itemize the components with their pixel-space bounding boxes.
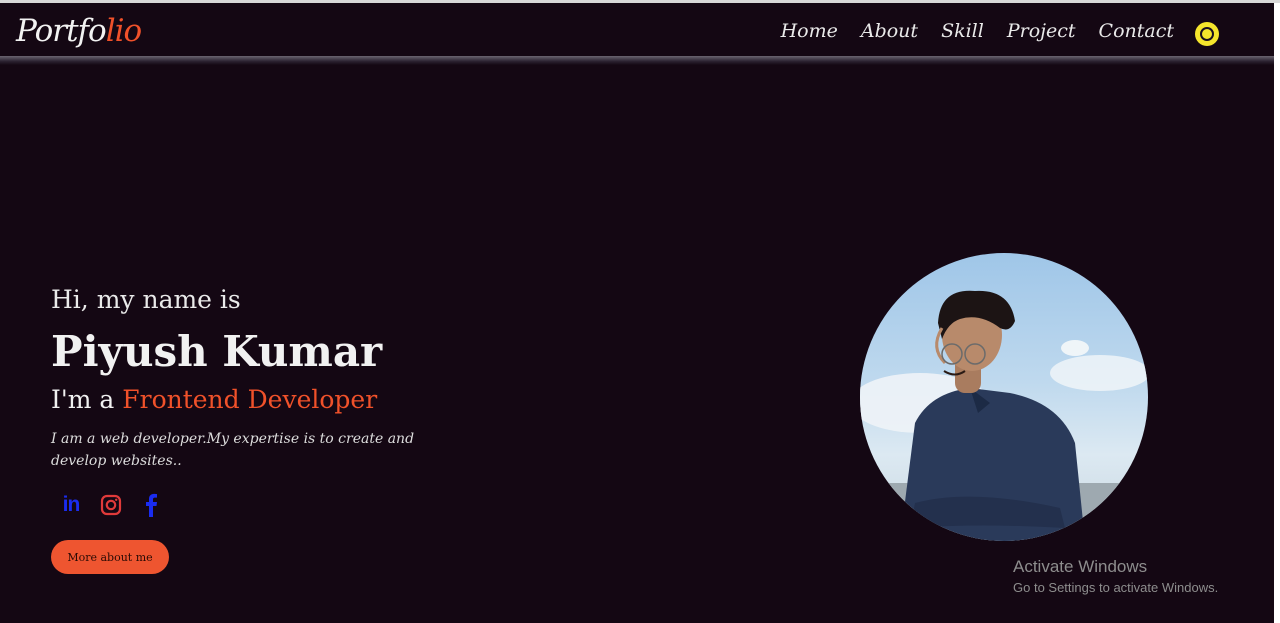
logo-accent: lio bbox=[105, 13, 142, 49]
logo-main: Portfo bbox=[16, 13, 107, 49]
social-links: in bbox=[59, 493, 163, 517]
theme-toggle-button[interactable] bbox=[1195, 22, 1219, 46]
profile-photo bbox=[860, 253, 1148, 541]
greeting: Hi, my name is bbox=[51, 285, 241, 314]
nav-links: Home About Skill Project Contact bbox=[758, 20, 1174, 42]
role-highlight: Frontend Developer bbox=[122, 385, 378, 414]
nav-home[interactable]: Home bbox=[781, 20, 838, 42]
hero-description: I am a web developer.My expertise is to … bbox=[51, 431, 415, 469]
profile-photo-illustration bbox=[860, 290, 1148, 541]
facebook-icon bbox=[146, 493, 157, 517]
nav-about[interactable]: About bbox=[861, 20, 918, 42]
navbar: Portfolio Home About Skill Project Conta… bbox=[0, 3, 1280, 57]
instagram-link[interactable] bbox=[99, 493, 123, 517]
hero-role: I'm a Frontend Developer bbox=[51, 385, 377, 414]
instagram-icon bbox=[100, 494, 122, 516]
watermark-subtitle: Go to Settings to activate Windows. bbox=[1013, 580, 1219, 595]
facebook-link[interactable] bbox=[139, 493, 163, 517]
scrollbar[interactable] bbox=[1274, 3, 1280, 623]
nav-project[interactable]: Project bbox=[1007, 20, 1076, 42]
watermark-title: Activate Windows bbox=[1013, 557, 1148, 576]
sun-icon bbox=[1200, 27, 1214, 41]
more-about-me-button[interactable]: More about me bbox=[51, 540, 169, 574]
logo[interactable]: Portfolio bbox=[16, 13, 142, 49]
linkedin-icon: in bbox=[62, 493, 81, 516]
hero-section: Hi, my name is bbox=[51, 285, 241, 314]
role-prefix: I'm a bbox=[51, 385, 115, 414]
hero-name: Piyush Kumar bbox=[51, 327, 383, 376]
nav-skill[interactable]: Skill bbox=[941, 20, 984, 42]
nav-contact[interactable]: Contact bbox=[1099, 20, 1174, 42]
navbar-shadow bbox=[0, 56, 1274, 65]
activate-windows-watermark: Activate Windows Go to Settings to activ… bbox=[1013, 557, 1218, 595]
linkedin-link[interactable]: in bbox=[59, 493, 83, 517]
